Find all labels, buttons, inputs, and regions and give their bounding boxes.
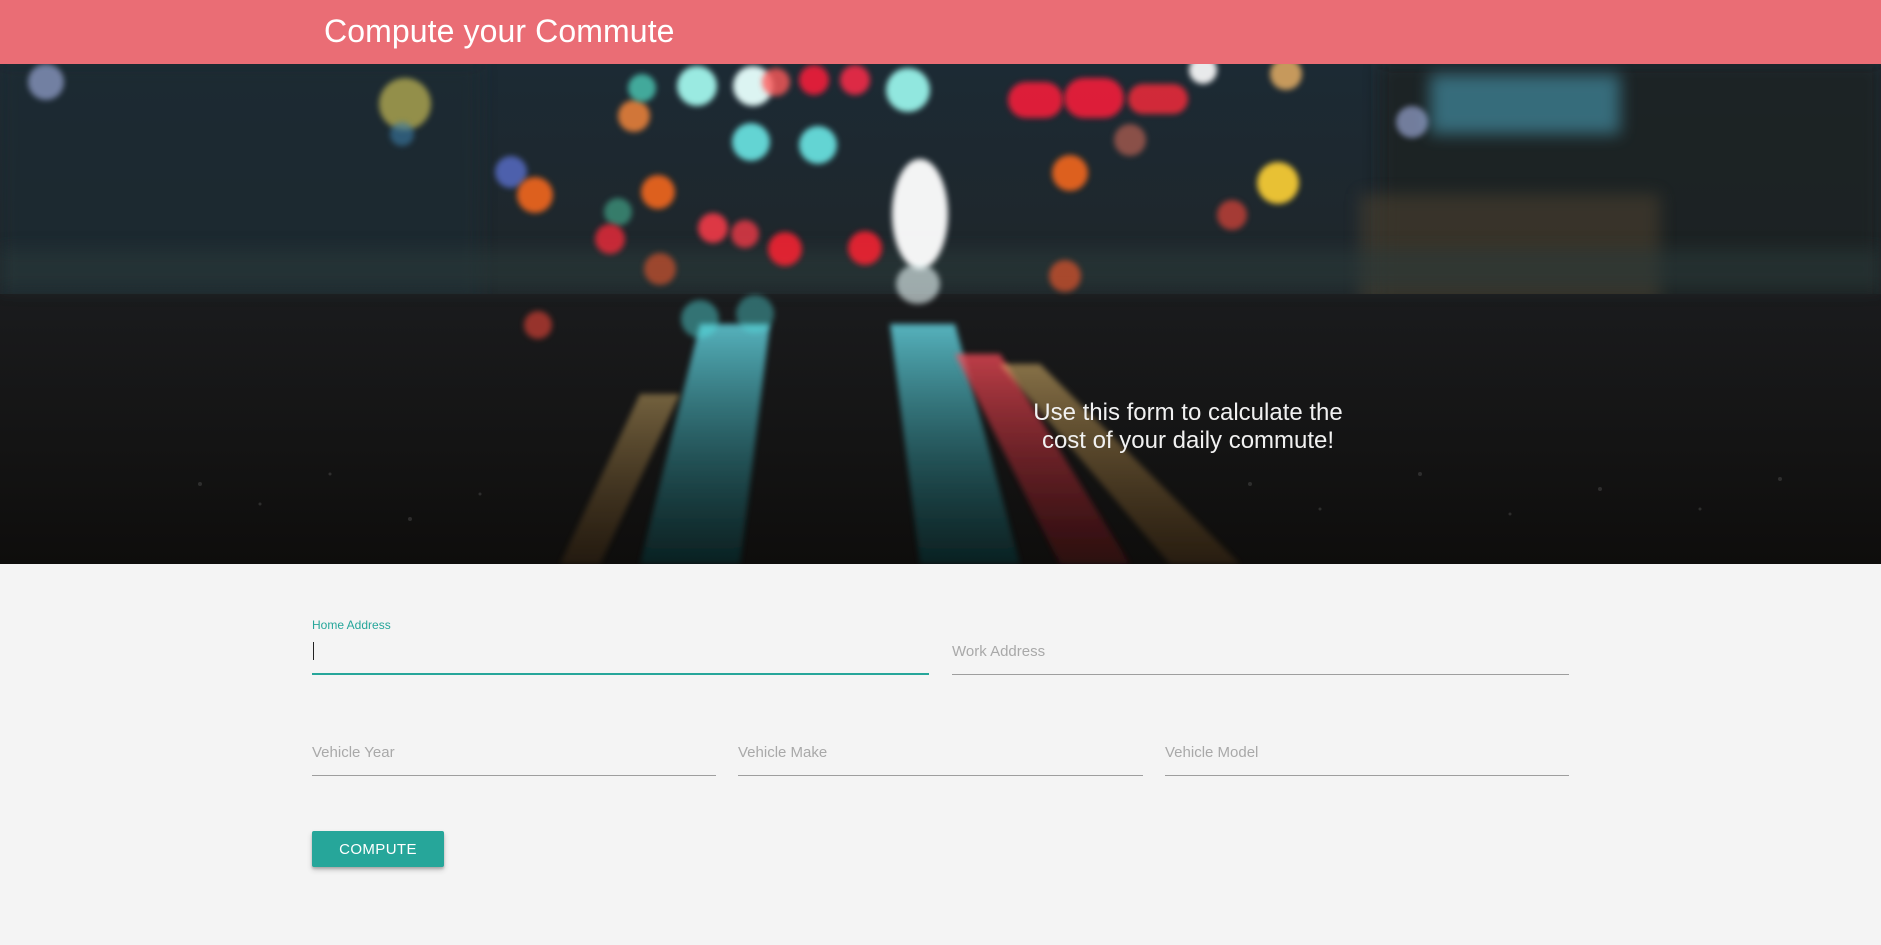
vehicle-make-input[interactable]	[738, 739, 1143, 765]
vehicle-model-underline	[1165, 775, 1569, 776]
home-address-label: Home Address	[312, 618, 391, 632]
hero-banner: Use this form to calculate the cost of y…	[0, 64, 1881, 564]
top-app-bar: Compute your Commute	[0, 0, 1881, 64]
home-address-field[interactable]: Home Address	[312, 564, 929, 675]
app-title: Compute your Commute	[324, 13, 675, 49]
hero-tagline-line-2: cost of your daily commute!	[1041, 427, 1335, 454]
hero-tagline-line-1: Use this form to calculate the	[1033, 399, 1343, 426]
work-address-input[interactable]	[952, 638, 1569, 664]
vehicle-year-underline	[312, 775, 716, 776]
compute-button[interactable]: COMPUTE	[312, 831, 444, 867]
text-cursor	[313, 642, 314, 660]
vehicle-year-field[interactable]: Vehicle Year	[312, 665, 716, 776]
hero-background-image	[0, 64, 1881, 564]
vehicle-model-field[interactable]: Vehicle Model	[1165, 665, 1569, 776]
vehicle-make-underline	[738, 775, 1143, 776]
vehicle-year-input[interactable]	[312, 739, 716, 765]
vehicle-model-input[interactable]	[1165, 739, 1569, 765]
work-address-field[interactable]: Work Address	[952, 564, 1569, 675]
home-address-input[interactable]	[312, 638, 929, 664]
hero-tagline: Use this form to calculate the cost of y…	[1028, 399, 1348, 455]
vehicle-make-field[interactable]: Vehicle Make	[738, 665, 1143, 776]
